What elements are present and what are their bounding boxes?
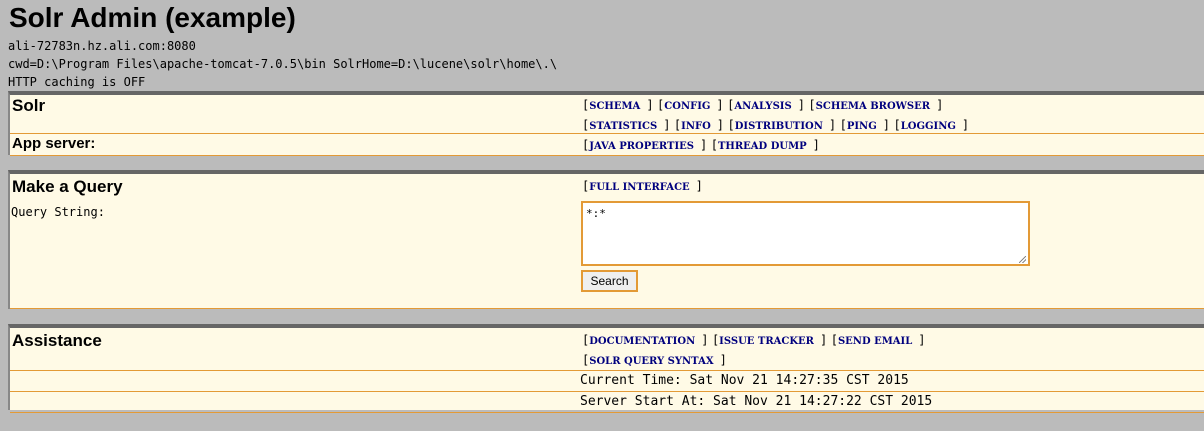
assistance-links-row1: [DOCUMENTATION] [ISSUE TRACKER] [SEND EM… — [582, 333, 926, 347]
documentation-link[interactable]: DOCUMENTATION — [589, 336, 695, 347]
assistance-label: Assistance — [12, 331, 102, 350]
solr-links-row2: [STATISTICS] [INFO] [DISTRIBUTION] [PING… — [582, 118, 970, 132]
ping-link[interactable]: PING — [847, 121, 877, 132]
config-link[interactable]: CONFIG — [664, 101, 710, 112]
java-properties-link[interactable]: JAVA PROPERTIES — [589, 141, 694, 152]
assistance-row: Assistance [DOCUMENTATION] [ISSUE TRACKE… — [10, 328, 1204, 371]
solr-links-row1: [SCHEMA] [CONFIG] [ANALYSIS] [SCHEMA BRO… — [582, 98, 944, 112]
thread-dump-link[interactable]: THREAD DUMP — [718, 141, 807, 152]
server-start-time: Server Start At: Sat Nov 21 14:27:22 CST… — [580, 394, 933, 409]
query-string-label: Query String: — [11, 205, 105, 219]
full-interface-link[interactable]: FULL INTERFACE — [589, 182, 689, 193]
solr-section: Solr [SCHEMA] [CONFIG] [ANALYSIS] [SCHEM… — [8, 91, 1204, 156]
app-server-label: App server: — [12, 135, 96, 152]
current-time-row: Current Time: Sat Nov 21 14:27:35 CST 20… — [10, 371, 1204, 392]
host-info: ali-72783n.hz.ali.com:8080 cwd=D:\Program… — [8, 37, 557, 91]
resize-grip-icon[interactable] — [1019, 256, 1026, 263]
analysis-link[interactable]: ANALYSIS — [734, 101, 791, 112]
query-header-row: Make a Query [FULL INTERFACE] Query Stri… — [10, 174, 1204, 309]
server-start-row: Server Start At: Sat Nov 21 14:27:22 CST… — [10, 392, 1204, 413]
current-time: Current Time: Sat Nov 21 14:27:35 CST 20… — [580, 373, 909, 388]
query-links: [FULL INTERFACE] — [582, 179, 703, 193]
distribution-link[interactable]: DISTRIBUTION — [735, 121, 823, 132]
logging-link[interactable]: LOGGING — [901, 121, 956, 132]
issue-tracker-link[interactable]: ISSUE TRACKER — [719, 336, 814, 347]
search-button[interactable]: Search — [581, 270, 638, 292]
query-string-input[interactable] — [581, 201, 1030, 266]
assistance-links: [DOCUMENTATION] [ISSUE TRACKER] [SEND EM… — [582, 331, 925, 371]
schema-link[interactable]: SCHEMA — [589, 101, 640, 112]
query-label: Make a Query — [12, 177, 123, 196]
solr-label: Solr — [12, 96, 46, 115]
query-section: Make a Query [FULL INTERFACE] Query Stri… — [8, 170, 1204, 309]
page-title: Solr Admin (example) — [9, 2, 296, 33]
caching-status: HTTP caching is OFF — [8, 75, 146, 89]
statistics-link[interactable]: STATISTICS — [589, 121, 657, 132]
info-link[interactable]: INFO — [681, 121, 711, 132]
cwd-info: cwd=D:\Program Files\apache-tomcat-7.0.5… — [8, 57, 558, 71]
solr-row: Solr [SCHEMA] [CONFIG] [ANALYSIS] [SCHEM… — [10, 95, 1204, 134]
solr-query-syntax-link[interactable]: SOLR QUERY SYNTAX — [589, 356, 713, 367]
app-server-links: [JAVA PROPERTIES] [THREAD DUMP] — [582, 138, 820, 152]
assistance-section: Assistance [DOCUMENTATION] [ISSUE TRACKE… — [8, 324, 1204, 413]
solr-links: [SCHEMA] [CONFIG] [ANALYSIS] [SCHEMA BRO… — [582, 96, 969, 136]
app-server-row: App server: [JAVA PROPERTIES] [THREAD DU… — [10, 134, 1204, 156]
assistance-links-row2: [SOLR QUERY SYNTAX] — [582, 353, 727, 367]
host-name: ali-72783n.hz.ali.com:8080 — [8, 39, 196, 53]
send-email-link[interactable]: SEND EMAIL — [838, 336, 912, 347]
schema-browser-link[interactable]: SCHEMA BROWSER — [816, 101, 930, 112]
